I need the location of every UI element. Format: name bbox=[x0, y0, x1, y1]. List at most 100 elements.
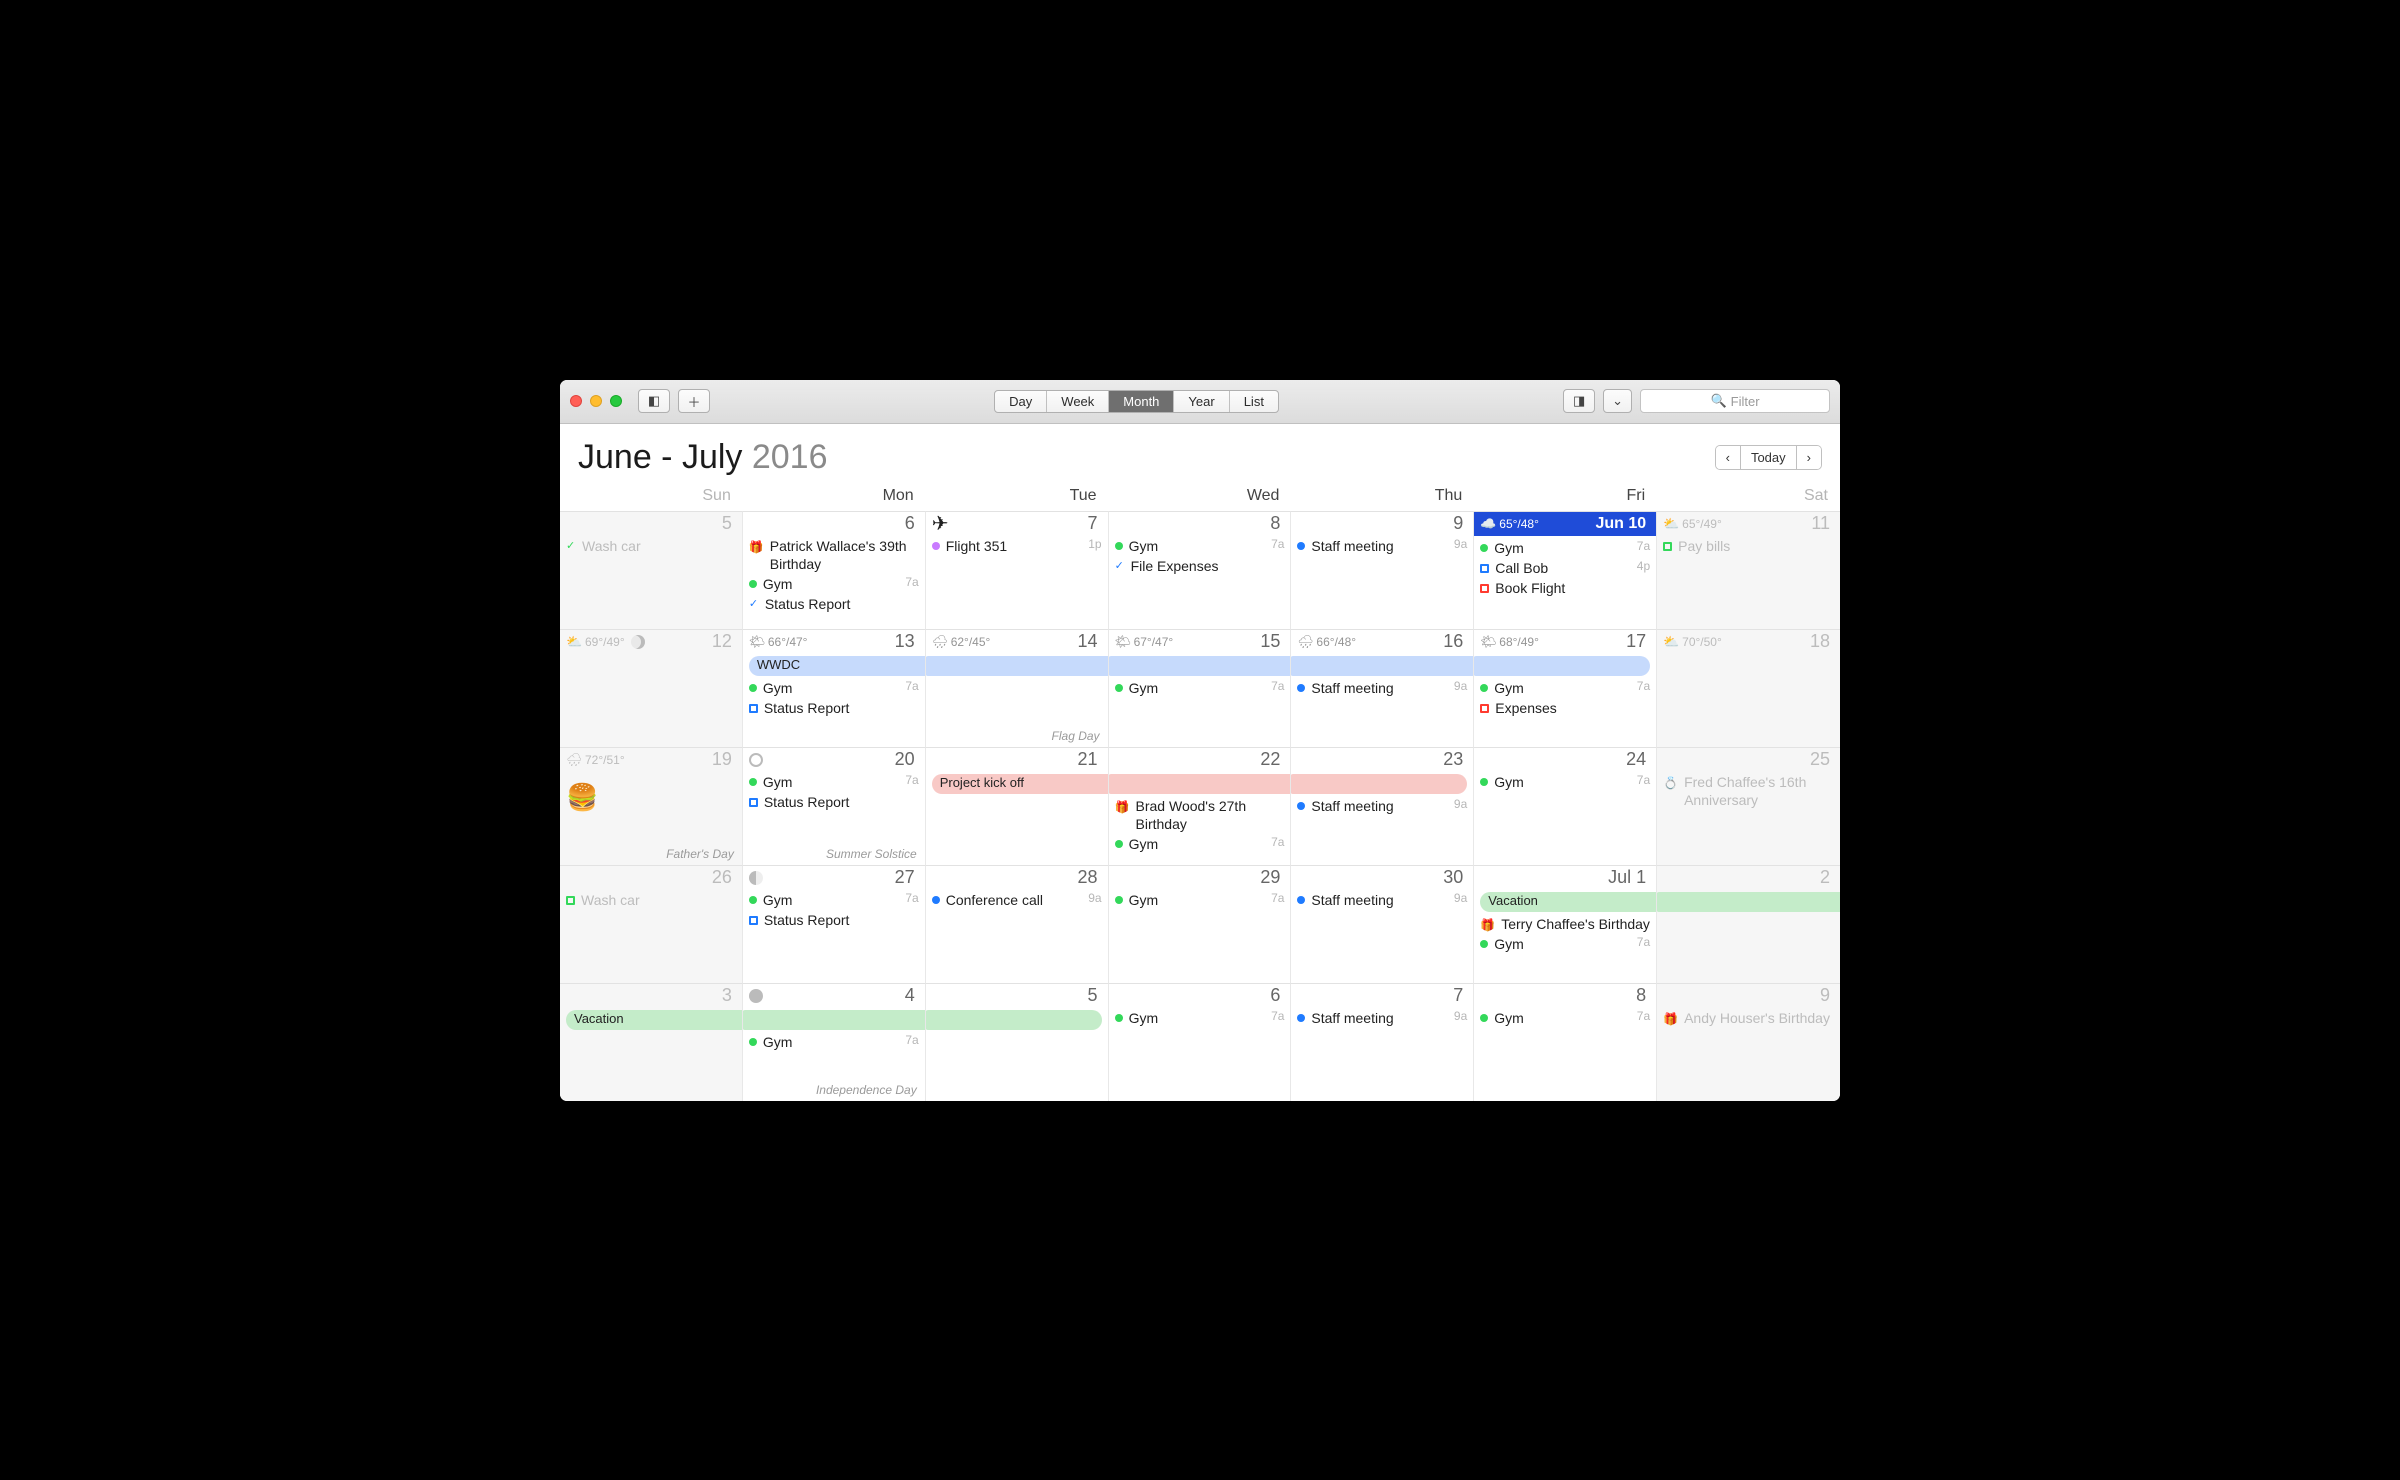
day-cell[interactable]: 🌤68°/49°17 Gym7aExpenses bbox=[1474, 629, 1657, 747]
view-year[interactable]: Year bbox=[1174, 391, 1229, 412]
day-cell[interactable]: ✈︎7Flight 3511p bbox=[926, 511, 1109, 629]
event-item[interactable]: Gym7a bbox=[1115, 1008, 1291, 1028]
event-item[interactable]: Staff meeting9a bbox=[1297, 890, 1473, 910]
event-item[interactable]: Gym7a bbox=[1115, 678, 1291, 698]
event-item[interactable]: Gym7a bbox=[1480, 772, 1656, 792]
day-cell[interactable]: 5 bbox=[926, 983, 1109, 1101]
day-cell[interactable]: 🌧62°/45°14 Flag Day bbox=[926, 629, 1109, 747]
day-cell[interactable]: 9🎁Andy Houser's Birthday bbox=[1657, 983, 1840, 1101]
day-cell[interactable]: 9Staff meeting9a bbox=[1291, 511, 1474, 629]
day-cell[interactable]: ⛅65°/49°11Pay bills bbox=[1657, 511, 1840, 629]
multiday-event[interactable] bbox=[1474, 656, 1650, 676]
multiday-event[interactable] bbox=[743, 1010, 926, 1030]
day-cell[interactable]: 6Gym7a bbox=[1109, 983, 1292, 1101]
event-item[interactable]: ✓Status Report bbox=[749, 594, 925, 614]
day-cell[interactable]: 5✓Wash car bbox=[560, 511, 743, 629]
event-item[interactable]: Staff meeting9a bbox=[1297, 796, 1473, 816]
event-item[interactable]: Gym7a bbox=[1115, 536, 1291, 556]
event-item[interactable]: Conference call9a bbox=[932, 890, 1108, 910]
event-item[interactable]: Wash car bbox=[566, 890, 742, 910]
multiday-event[interactable] bbox=[926, 656, 1109, 676]
event-item[interactable]: Status Report bbox=[749, 910, 925, 930]
day-cell[interactable]: 28Conference call9a bbox=[926, 865, 1109, 983]
multiday-event[interactable] bbox=[1109, 774, 1292, 794]
minimize-button[interactable] bbox=[590, 395, 602, 407]
event-item[interactable]: Staff meeting9a bbox=[1297, 1008, 1473, 1028]
day-cell[interactable]: 6🎁Patrick Wallace's 39th BirthdayGym7a✓S… bbox=[743, 511, 926, 629]
day-cell[interactable]: 29Gym7a bbox=[1109, 865, 1292, 983]
multiday-event[interactable] bbox=[1109, 656, 1292, 676]
multiday-event[interactable] bbox=[1657, 892, 1840, 912]
event-item[interactable]: Expenses bbox=[1480, 698, 1656, 718]
event-item[interactable]: Status Report bbox=[749, 698, 925, 718]
day-cell[interactable]: 25💍Fred Chaffee's 16th Anniversary bbox=[1657, 747, 1840, 865]
day-cell[interactable]: 🌧66°/48°16 Staff meeting9a bbox=[1291, 629, 1474, 747]
day-cell[interactable]: ⛅69°/49°12 bbox=[560, 629, 743, 747]
event-item[interactable]: Gym7a bbox=[749, 678, 925, 698]
day-cell[interactable]: 23 Staff meeting9a bbox=[1291, 747, 1474, 865]
day-cell[interactable]: 8Gym7a✓File Expenses bbox=[1109, 511, 1292, 629]
view-list[interactable]: List bbox=[1230, 391, 1278, 412]
event-item[interactable]: 🎁Terry Chaffee's Birthday bbox=[1480, 914, 1656, 935]
day-cell[interactable]: 7Staff meeting9a bbox=[1291, 983, 1474, 1101]
event-item[interactable]: Staff meeting9a bbox=[1297, 536, 1473, 556]
event-item[interactable]: Status Report bbox=[749, 792, 925, 812]
event-item[interactable]: 🎁Patrick Wallace's 39th Birthday bbox=[749, 536, 925, 574]
event-item[interactable]: Gym7a bbox=[749, 772, 925, 792]
day-cell[interactable]: 4 Gym7aIndependence Day bbox=[743, 983, 926, 1101]
multiday-event[interactable]: Vacation bbox=[566, 1010, 743, 1030]
event-item[interactable]: Gym7a bbox=[1480, 934, 1656, 954]
event-item[interactable]: Gym7a bbox=[1115, 890, 1291, 910]
event-item[interactable]: Gym7a bbox=[749, 1032, 925, 1052]
day-cell[interactable]: 24Gym7a bbox=[1474, 747, 1657, 865]
view-week[interactable]: Week bbox=[1047, 391, 1109, 412]
event-item[interactable]: Book Flight bbox=[1480, 578, 1656, 598]
day-cell[interactable]: Jul 1Vacation🎁Terry Chaffee's BirthdayGy… bbox=[1474, 865, 1657, 983]
sidebar-toggle-button[interactable]: ◧ bbox=[638, 389, 670, 413]
event-item[interactable]: 💍Fred Chaffee's 16th Anniversary bbox=[1663, 772, 1840, 810]
event-item[interactable]: Gym7a bbox=[1115, 834, 1291, 854]
day-cell[interactable]: 8Gym7a bbox=[1474, 983, 1657, 1101]
day-cell[interactable]: 🌧72°/51°19🍔Father's Day bbox=[560, 747, 743, 865]
day-cell[interactable]: ☁️65°/48°Jun 10Gym7aCall Bob4pBook Fligh… bbox=[1474, 511, 1657, 629]
day-cell[interactable]: 27Gym7aStatus Report bbox=[743, 865, 926, 983]
prev-month-button[interactable]: ‹ bbox=[1716, 446, 1741, 469]
event-item[interactable]: Call Bob4p bbox=[1480, 558, 1656, 578]
multiday-event[interactable]: Vacation bbox=[1480, 892, 1657, 912]
event-item[interactable]: Staff meeting9a bbox=[1297, 678, 1473, 698]
multiday-event[interactable] bbox=[926, 1010, 1102, 1030]
event-item[interactable]: Flight 3511p bbox=[932, 536, 1108, 556]
multiday-event[interactable] bbox=[1291, 774, 1467, 794]
maximize-button[interactable] bbox=[610, 395, 622, 407]
event-item[interactable]: 🎁Andy Houser's Birthday bbox=[1663, 1008, 1840, 1029]
event-item[interactable]: Gym7a bbox=[1480, 1008, 1656, 1028]
close-button[interactable] bbox=[570, 395, 582, 407]
event-item[interactable]: ✓File Expenses bbox=[1115, 556, 1291, 576]
day-cell[interactable]: 21Project kick off bbox=[926, 747, 1109, 865]
event-item[interactable]: Gym7a bbox=[749, 574, 925, 594]
inspector-toggle-button[interactable]: ◨ bbox=[1563, 389, 1595, 413]
event-item[interactable]: Gym7a bbox=[1480, 538, 1656, 558]
multiday-event[interactable]: WWDC bbox=[749, 656, 926, 676]
day-cell[interactable]: 30Staff meeting9a bbox=[1291, 865, 1474, 983]
day-cell[interactable]: 22 🎁Brad Wood's 27th BirthdayGym7a bbox=[1109, 747, 1292, 865]
today-button[interactable]: Today bbox=[1741, 446, 1797, 469]
inspector-menu-button[interactable]: ⌄ bbox=[1603, 389, 1632, 413]
day-cell[interactable]: ⛅70°/50°18 bbox=[1657, 629, 1840, 747]
view-day[interactable]: Day bbox=[995, 391, 1047, 412]
view-month[interactable]: Month bbox=[1109, 391, 1174, 412]
event-item[interactable]: ✓Wash car bbox=[566, 536, 742, 556]
filter-search[interactable]: 🔍 Filter bbox=[1640, 389, 1830, 413]
add-event-button[interactable]: ＋ bbox=[678, 389, 710, 413]
event-item[interactable]: 🎁Brad Wood's 27th Birthday bbox=[1115, 796, 1291, 834]
day-cell[interactable]: 🌤67°/47°15 Gym7a bbox=[1109, 629, 1292, 747]
day-cell[interactable]: 2 bbox=[1657, 865, 1840, 983]
event-item[interactable]: Gym7a bbox=[749, 890, 925, 910]
multiday-event[interactable]: Project kick off bbox=[932, 774, 1109, 794]
day-cell[interactable]: 3Vacation bbox=[560, 983, 743, 1101]
next-month-button[interactable]: › bbox=[1797, 446, 1821, 469]
day-cell[interactable]: 20Gym7aStatus ReportSummer Solstice bbox=[743, 747, 926, 865]
day-cell[interactable]: 🌤66°/47°13WWDCGym7aStatus Report bbox=[743, 629, 926, 747]
multiday-event[interactable] bbox=[1291, 656, 1474, 676]
event-item[interactable]: Gym7a bbox=[1480, 678, 1656, 698]
